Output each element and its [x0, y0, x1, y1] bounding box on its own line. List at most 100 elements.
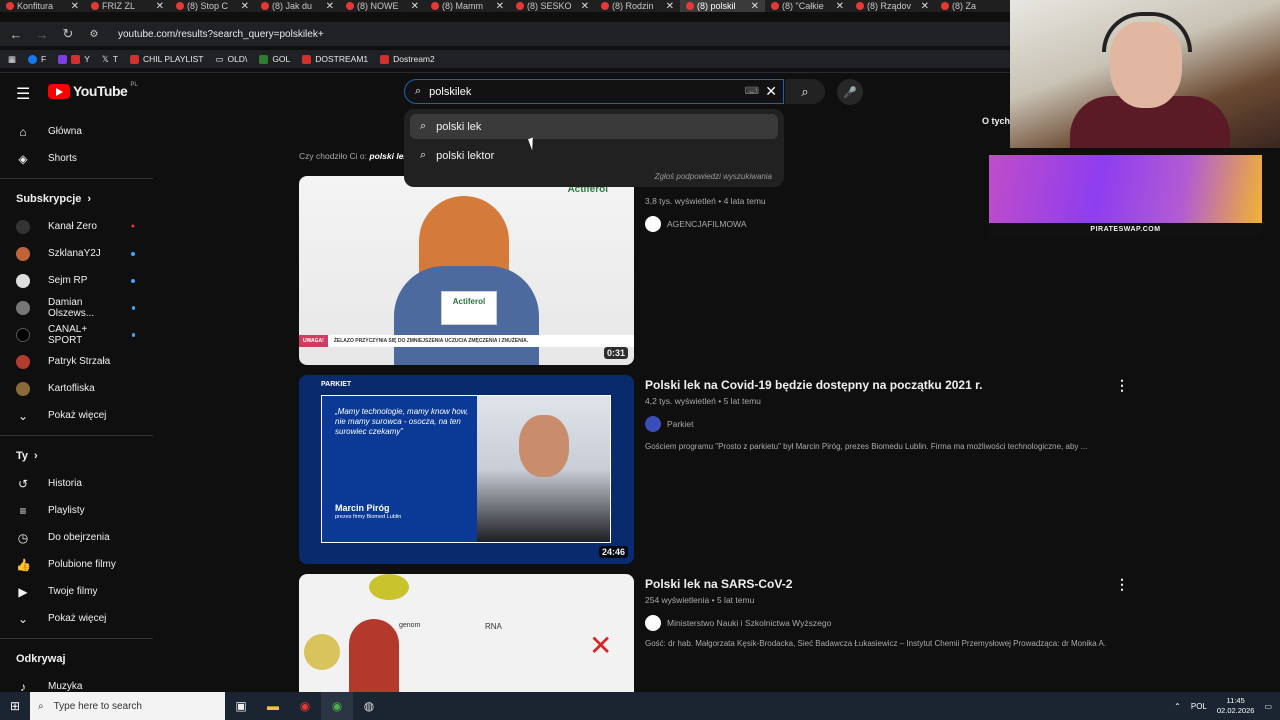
forward-icon[interactable]: →	[34, 27, 50, 42]
search-button[interactable]: ⌕	[785, 79, 825, 104]
search-input[interactable]	[429, 85, 710, 98]
sidebar-item-history[interactable]: ↺ Historia	[0, 470, 155, 497]
reload-icon[interactable]: ↻	[60, 26, 76, 42]
video-thumbnail[interactable]: Actiferol Actiferol UWAGA! ŻELAZO PRZYCZ…	[299, 176, 634, 365]
browser-tab[interactable]: (8) Mamm ✕	[425, 0, 510, 12]
browser-tab[interactable]: (8) "Całkie ✕	[765, 0, 850, 12]
notification-icon[interactable]: ▭	[1264, 702, 1272, 711]
bookmark-folder[interactable]: ▭ OLD\	[215, 54, 247, 65]
suggestion-item[interactable]: ⌕ polski lektor	[404, 143, 784, 168]
close-tab-icon[interactable]: ✕	[156, 1, 164, 12]
video-thumbnail[interactable]: genom RNA ✕	[299, 574, 634, 692]
close-tab-icon[interactable]: ✕	[836, 1, 844, 12]
youtube-logo[interactable]: YouTube PL	[48, 82, 138, 99]
video-result[interactable]: genom RNA ✕ Polski lek na SARS-CoV-2 254…	[299, 574, 1129, 692]
sidebar-sub-item[interactable]: Sejm RP	[0, 267, 155, 294]
keyboard-icon[interactable]: ⌨	[745, 86, 759, 97]
apps-grid-icon[interactable]: ▦	[8, 54, 16, 65]
language-indicator[interactable]: POL	[1191, 702, 1207, 711]
close-tab-icon[interactable]: ✕	[666, 1, 674, 12]
warning-banner: UWAGA! ŻELAZO PRZYCZYNIA SIĘ DO ZMNIEJSZ…	[299, 335, 634, 347]
more-options-icon[interactable]: ⋮	[1115, 377, 1129, 394]
youtube-favicon-icon	[431, 2, 439, 10]
obs-icon[interactable]: ◍	[353, 692, 385, 720]
sidebar-sub-item[interactable]: CANAL+ SPORT	[0, 321, 155, 348]
close-tab-icon[interactable]: ✕	[326, 1, 334, 12]
close-tab-icon[interactable]: ✕	[241, 1, 249, 12]
you-header[interactable]: Ty ›	[0, 442, 155, 470]
bookmark[interactable]: DOSTREAM1	[302, 54, 368, 64]
voice-search-button[interactable]: 🎤	[837, 79, 863, 105]
close-tab-icon[interactable]: ✕	[496, 1, 504, 12]
back-icon[interactable]: ←	[8, 27, 24, 42]
site-info-icon[interactable]: ⚙	[86, 29, 102, 40]
browser-tab-active[interactable]: (8) polskil ✕	[680, 0, 765, 12]
sidebar-item-playlists[interactable]: ≡ Playlisty	[0, 497, 155, 524]
chrome-icon[interactable]: ◉	[321, 692, 353, 720]
bookmark[interactable]: GOL	[259, 54, 290, 64]
youtube-favicon-icon	[601, 2, 609, 10]
address-bar[interactable]: youtube.com/results?search_query=polskil…	[118, 29, 324, 40]
browser-tab[interactable]: (8) Rządov ✕	[850, 0, 935, 12]
sidebar-item-watch-later[interactable]: ◷ Do obejrzenia	[0, 524, 155, 551]
presenter-figure	[349, 619, 399, 692]
avatar	[16, 273, 30, 288]
bookmark[interactable]: Y	[58, 54, 90, 64]
video-title[interactable]: Polski lek na Covid-19 będzie dostępny n…	[645, 378, 1129, 392]
ad-banner[interactable]: PIRATESWAP.COM	[989, 155, 1262, 237]
show-more-button[interactable]: ⌄ Pokaż więcej	[0, 605, 155, 632]
sidebar-item-liked[interactable]: 👍 Polubione filmy	[0, 551, 155, 578]
browser-tab[interactable]: (8) Za	[935, 0, 1020, 12]
task-view-icon[interactable]: ▣	[225, 692, 257, 720]
search-box[interactable]: ⌕ ⌨ ✕	[404, 79, 784, 104]
browser-tab[interactable]: (8) SESKO ✕	[510, 0, 595, 12]
clock[interactable]: 11:45 02.02.2026	[1217, 696, 1255, 716]
suggestion-item[interactable]: ⌕ polski lek	[410, 114, 778, 139]
chevron-up-icon[interactable]: ⌃	[1174, 702, 1181, 711]
subscriptions-header[interactable]: Subskrypcje ›	[0, 185, 155, 213]
close-tab-icon[interactable]: ✕	[411, 1, 419, 12]
close-tab-icon[interactable]: ✕	[71, 1, 79, 12]
browser-tab[interactable]: (8) NOWE ✕	[340, 0, 425, 12]
channel-row[interactable]: Ministerstwo Nauki i Szkolnictwa Wyższeg…	[645, 615, 1129, 631]
sidebar-sub-item[interactable]: Patryk Strzała	[0, 348, 155, 375]
close-tab-icon[interactable]: ✕	[581, 1, 589, 12]
sidebar-sub-item[interactable]: Kanał Zero ●	[0, 213, 155, 240]
channel-row[interactable]: Parkiet	[645, 416, 1129, 432]
youtube-favicon-icon	[856, 2, 864, 10]
file-explorer-icon[interactable]: ▬	[257, 692, 289, 720]
browser-tab[interactable]: Konfitura ✕	[0, 0, 85, 12]
close-tab-icon[interactable]: ✕	[751, 1, 759, 12]
sidebar-sub-item[interactable]: Kartofliska	[0, 375, 155, 402]
bookmark[interactable]: Dostream2	[380, 54, 435, 64]
windows-start-icon[interactable]: ⊞	[0, 692, 30, 720]
shorts-icon: ◈	[18, 151, 28, 166]
taskbar-search[interactable]: ⌕ Type here to search	[30, 692, 225, 720]
sidebar-item-your-videos[interactable]: ▶ Twoje filmy	[0, 578, 155, 605]
show-more-button[interactable]: ⌄ Pokaż więcej	[0, 402, 155, 429]
sidebar-sub-item[interactable]: SzklanaY2J	[0, 240, 155, 267]
close-tab-icon[interactable]: ✕	[921, 1, 929, 12]
menu-icon[interactable]: ☰	[16, 84, 30, 104]
sidebar-sub-item[interactable]: Damian Olszews...	[0, 294, 155, 321]
report-suggestions-link[interactable]: Zgłoś podpowiedzi wyszukiwania	[655, 172, 772, 181]
browser-tab[interactable]: (8) Rodzin ✕	[595, 0, 680, 12]
browser-tab[interactable]: (8) Stop C ✕	[170, 0, 255, 12]
browser-tab[interactable]: FRIZ ZL ✕	[85, 0, 170, 12]
explore-header: Odkrywaj	[16, 653, 66, 665]
browser-app-icon[interactable]: ◉	[289, 692, 321, 720]
sidebar: ⌂ Główna ◈ Shorts Subskrypcje › Kanał Zero ●…	[0, 118, 155, 694]
bookmark[interactable]: F	[28, 54, 46, 64]
sidebar-item-shorts[interactable]: ◈ Shorts	[0, 145, 155, 172]
bookmark[interactable]: 𝕏T	[102, 54, 118, 65]
clear-search-icon[interactable]: ✕	[765, 83, 777, 100]
video-thumbnail[interactable]: PARKIET „Mamy technologie, mamy know how…	[299, 375, 634, 564]
more-options-icon[interactable]: ⋮	[1115, 576, 1129, 593]
bookmark[interactable]: CHIL PLAYLIST	[129, 54, 203, 64]
video-result[interactable]: PARKIET „Mamy technologie, mamy know how…	[299, 375, 1129, 564]
product-box: Actiferol	[441, 291, 497, 325]
sidebar-item-home[interactable]: ⌂ Główna	[0, 118, 155, 145]
video-title[interactable]: Polski lek na SARS-CoV-2	[645, 577, 1129, 591]
browser-tab[interactable]: (8) Jak du ✕	[255, 0, 340, 12]
did-you-mean-link[interactable]: polski lek	[369, 151, 408, 161]
